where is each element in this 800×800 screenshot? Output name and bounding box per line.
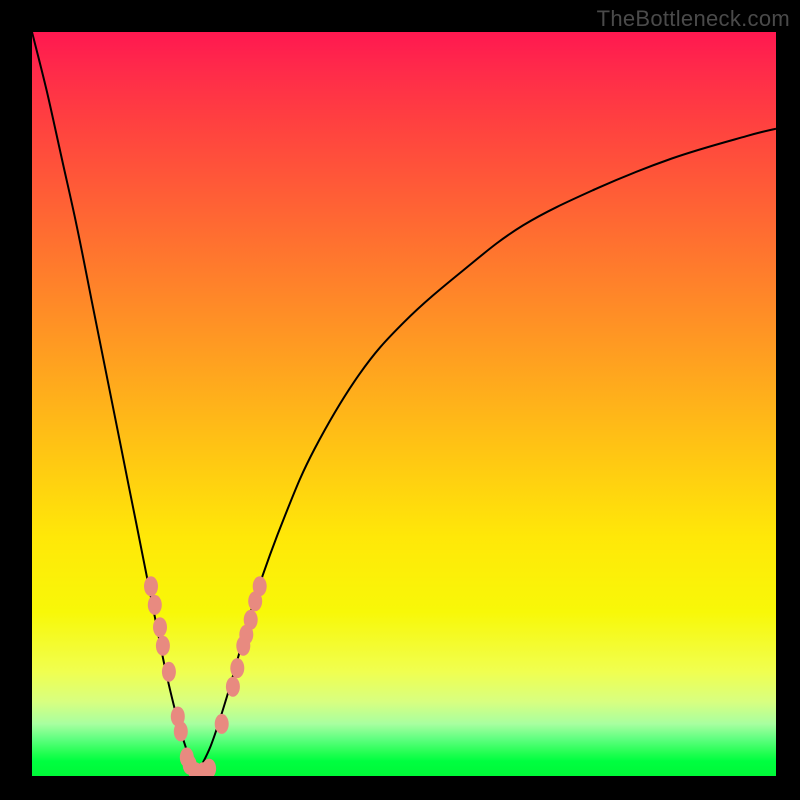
sample-bead	[156, 636, 170, 656]
sample-bead	[230, 658, 244, 678]
curve-group	[32, 32, 776, 776]
watermark-text: TheBottleneck.com	[597, 6, 790, 32]
sample-bead	[215, 714, 229, 734]
sample-bead	[153, 617, 167, 637]
sample-bead	[144, 576, 158, 596]
sample-bead	[148, 595, 162, 615]
sample-bead	[253, 576, 267, 596]
curve-right-branch	[196, 129, 776, 776]
sample-bead	[174, 721, 188, 741]
chart-plot-area	[32, 32, 776, 776]
sample-bead	[244, 610, 258, 630]
chart-svg	[32, 32, 776, 776]
sample-bead	[162, 662, 176, 682]
sample-bead	[226, 677, 240, 697]
beads-group	[144, 576, 267, 776]
